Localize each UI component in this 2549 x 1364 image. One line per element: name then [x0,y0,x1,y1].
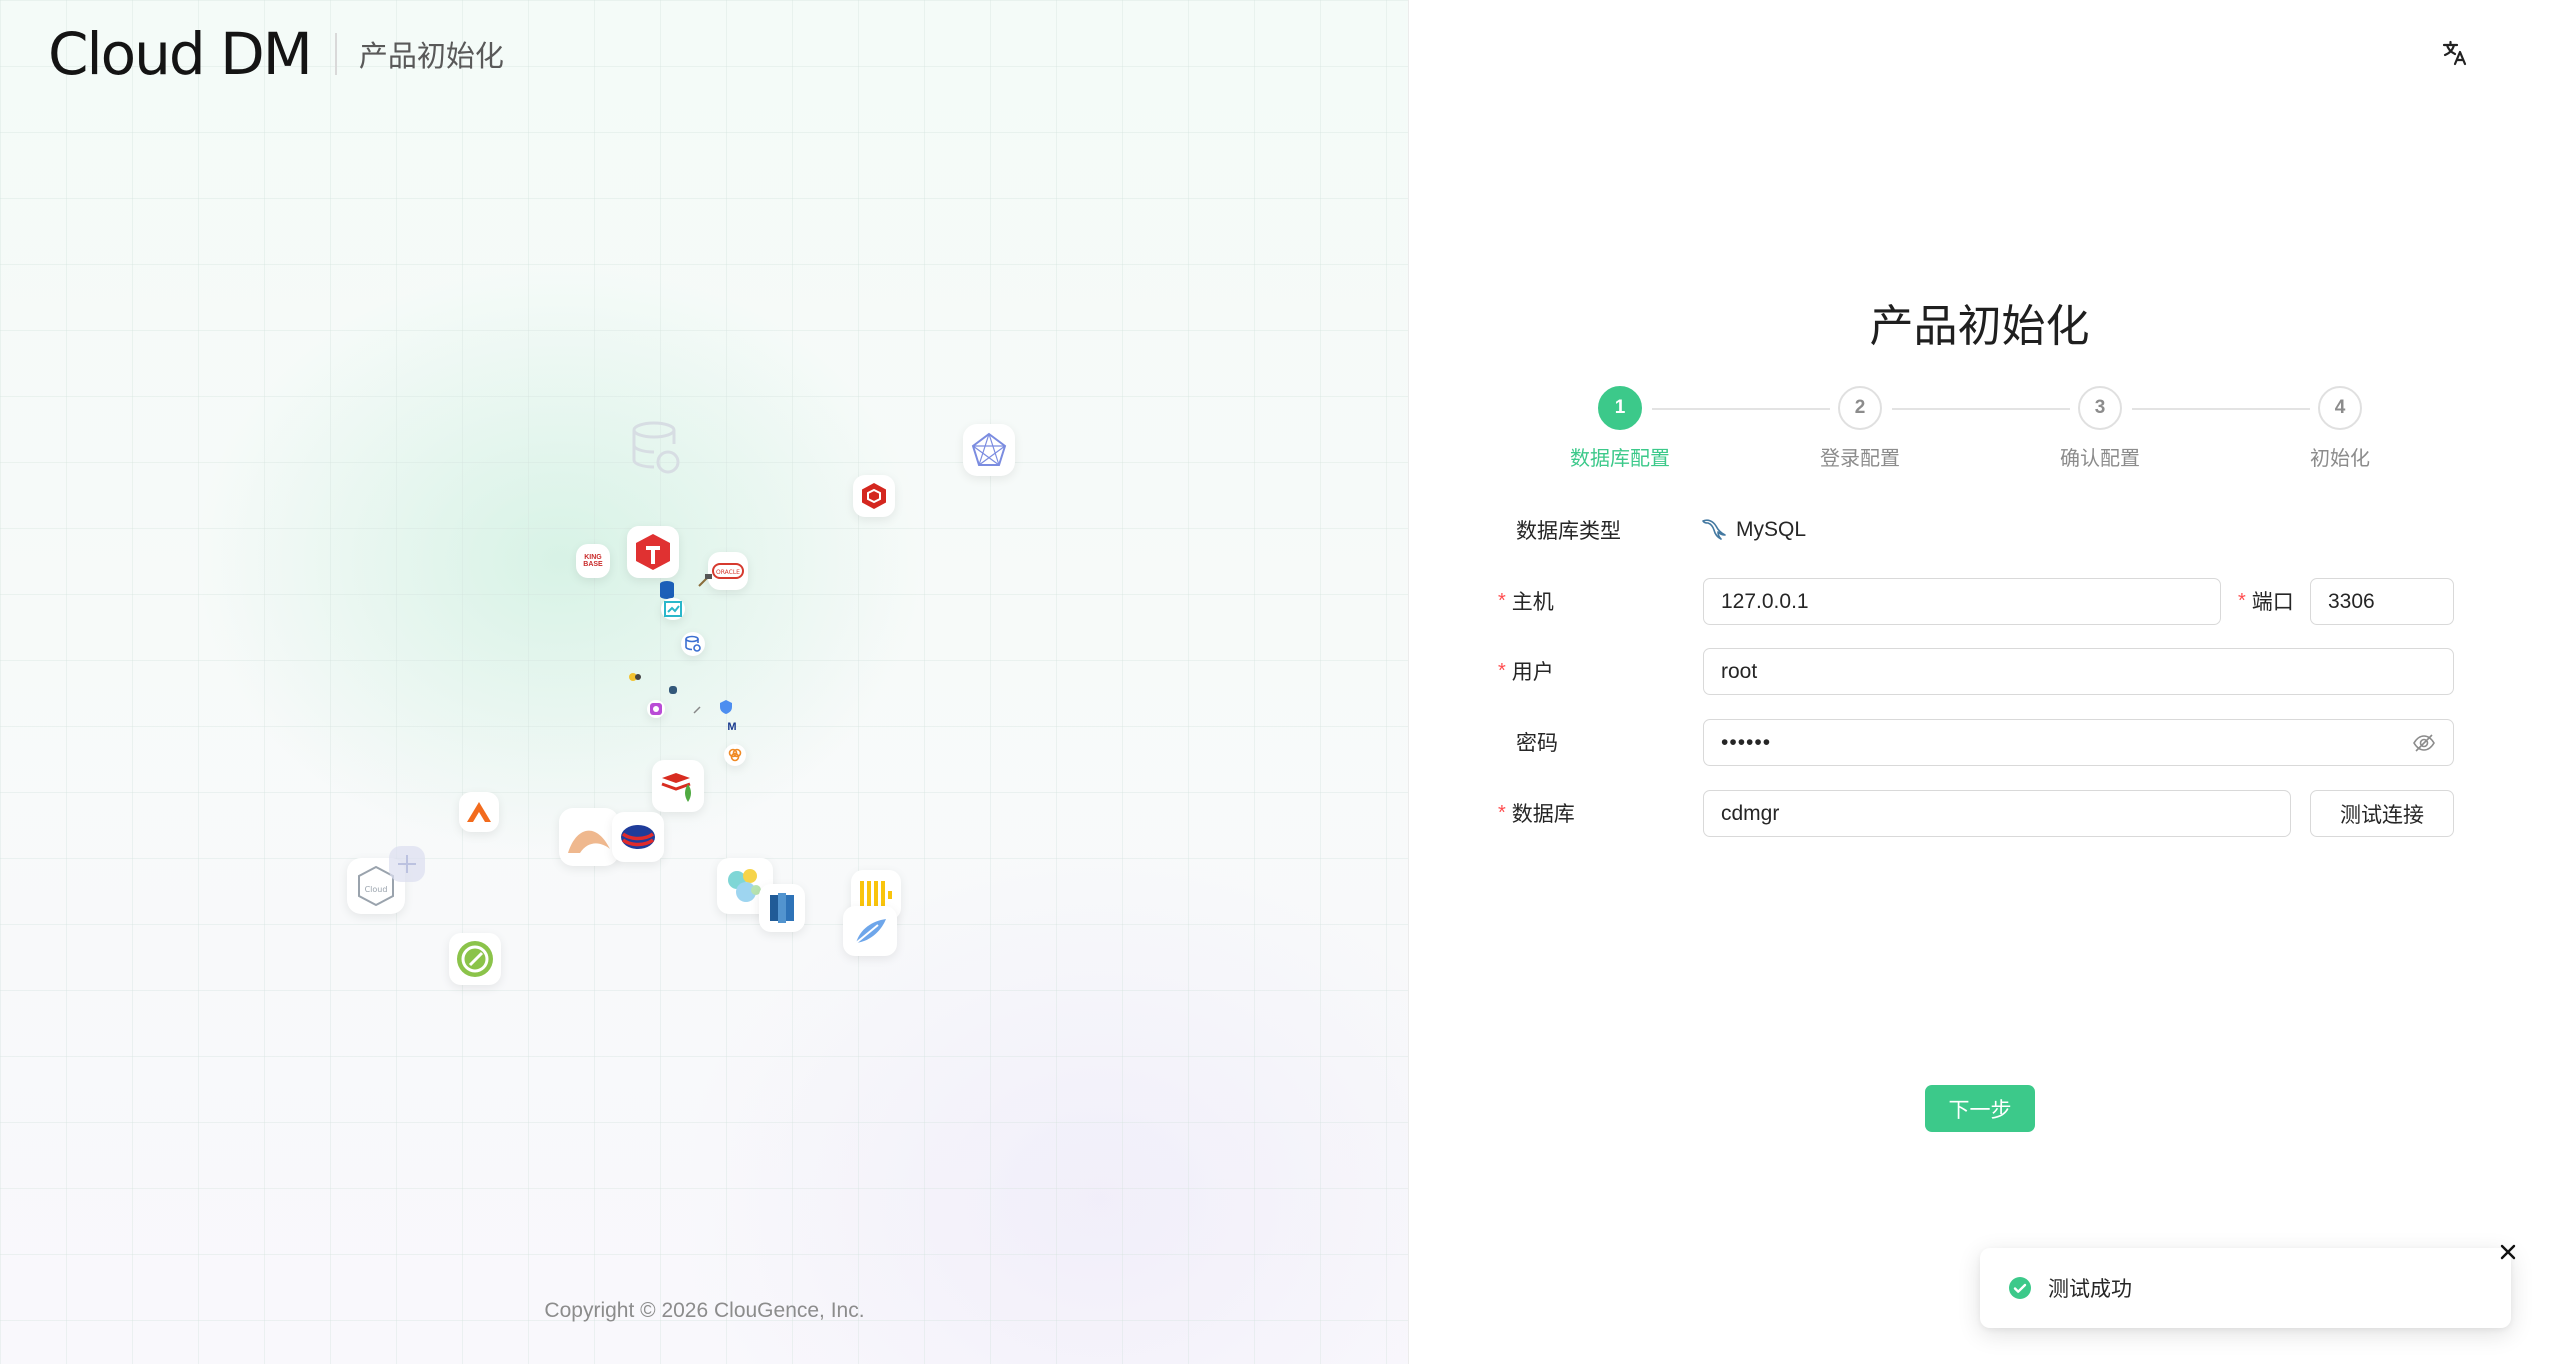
toast-message: 测试成功 [2048,1278,2132,1301]
purple-db-icon [647,700,665,718]
postgres-small-icon [666,684,680,698]
toast-close-button[interactable] [2496,1240,2520,1264]
db-type-value: MySQL [1700,510,1806,550]
left-hero-panel: Cloud DM 产品初始化 KING BASE ORACLE M Cloud … [0,0,1409,1364]
steps-indicator: 1 数据库配置 2 登录配置 3 确认配置 4 初始化 [1500,386,2500,476]
form-title: 产品初始化 [1869,302,2090,351]
host-label: * 主机 [1498,589,1554,615]
port-input[interactable]: 3306 [2310,578,2454,625]
step-label: 初始化 [2310,448,2370,470]
copyright-text: Copyright © 2026 ClouGence, Inc. [544,1299,865,1322]
kingbase-icon: KING BASE [576,544,610,578]
required-mark: * [1498,659,1506,682]
eye-invisible-icon[interactable] [2412,733,2436,753]
yellow-db-icon [627,670,643,684]
elastic-orange-icon [459,792,499,832]
swirl-db-icon [612,812,664,862]
close-icon [2500,1244,2516,1260]
test-connection-button[interactable]: 测试连接 [2310,790,2454,837]
redis-mongo-icon [652,760,704,812]
required-mark: * [2238,589,2246,612]
mysql-dolphin-icon [1702,519,1726,540]
step-number: 4 [2318,386,2362,430]
database-label: * 数据库 [1498,801,1575,827]
brand-header: Cloud DM 产品初始化 [48,20,504,88]
password-input[interactable]: •••••• [1703,719,2454,766]
required-mark: * [1498,801,1506,824]
redis-hexagon-icon [853,475,895,517]
db-type-label: 数据库类型 [1516,520,1621,543]
svg-text:Cloud: Cloud [365,885,388,894]
faded-grid-icon [389,846,425,882]
arrow-small-icon [691,704,703,716]
redshift-icon [759,884,805,932]
chart-database-icon [661,598,685,620]
brand-subtitle: 产品初始化 [358,41,504,73]
background-grid [0,0,1408,1364]
step-number: 1 [1598,386,1642,430]
port-label: * 端口 [2238,589,2294,615]
cloud-dm-logo: Cloud DM [48,20,313,88]
step-label: 数据库配置 [1570,448,1670,470]
database-search-icon [681,632,705,656]
step-label: 确认配置 [2060,448,2140,470]
user-input[interactable]: root [1703,648,2454,695]
step-confirm-config[interactable]: 3 确认配置 [2010,386,2190,471]
orange-ring-icon [724,744,746,766]
user-label: * 用户 [1498,659,1554,685]
tidb-icon [627,526,679,578]
graph-database-icon [963,424,1015,476]
password-label: 密码 [1516,732,1558,755]
step-database-config[interactable]: 1 数据库配置 [1530,386,1710,471]
step-initialize[interactable]: 4 初始化 [2250,386,2430,471]
step-number: 3 [2078,386,2122,430]
hammer-icon [694,570,716,592]
next-step-button[interactable]: 下一步 [1925,1085,2035,1132]
feather-db-icon [843,906,897,956]
translate-icon [2442,40,2467,66]
shield-db-icon [717,698,735,716]
green-ring-icon [449,933,501,985]
language-switch-button[interactable] [2438,36,2472,70]
m-logo-icon: M [727,720,737,733]
step-number: 2 [1838,386,1882,430]
svg-text:ORACLE: ORACLE [716,569,740,576]
step-label: 登录配置 [1820,448,1900,470]
required-mark: * [1498,589,1506,612]
database-gear-icon [628,420,684,476]
host-input[interactable]: 127.0.0.1 [1703,578,2221,625]
arc-db-icon [559,808,619,866]
success-check-icon [2009,1277,2031,1299]
step-login-config[interactable]: 2 登录配置 [1770,386,1950,471]
brand-divider [334,33,337,75]
database-input[interactable]: cdmgr [1703,790,2291,837]
success-toast: 测试成功 [1980,1248,2511,1328]
